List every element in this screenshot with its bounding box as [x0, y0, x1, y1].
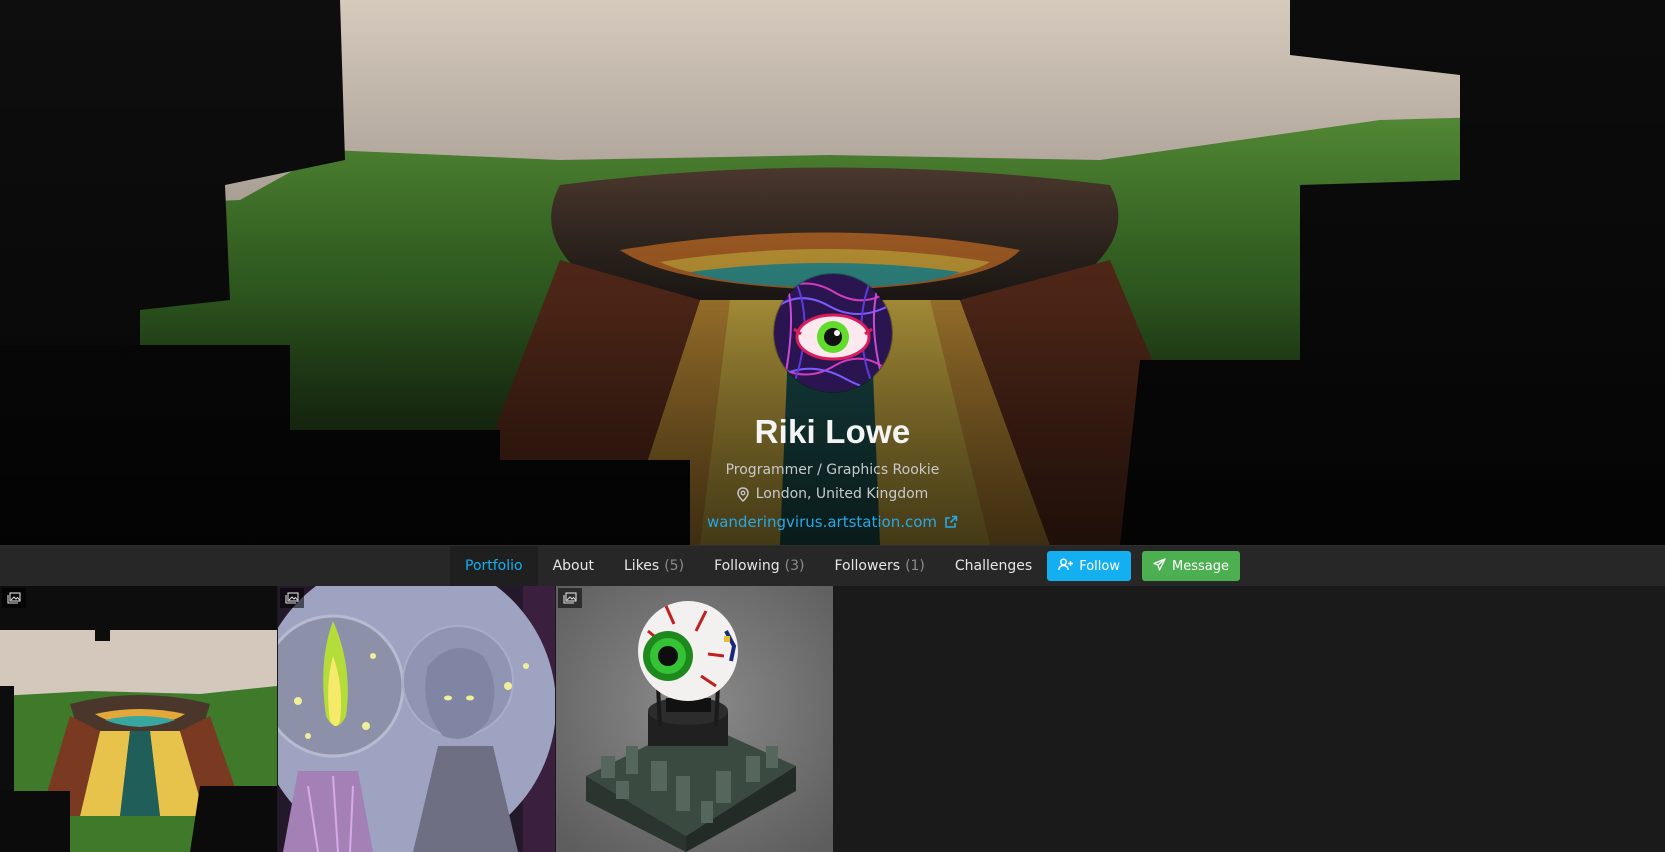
profile-name: Riki Lowe: [754, 413, 911, 450]
portfolio-tile[interactable]: [278, 586, 555, 852]
profile-nav: Portfolio About Likes (5) Following (3) …: [0, 545, 1665, 586]
tab-label: Followers: [834, 558, 901, 574]
profile-headline: Programmer / Graphics Rookie: [725, 462, 940, 478]
tab-label: Following: [714, 558, 780, 574]
images-icon: [558, 588, 582, 608]
tab-count: (1): [905, 558, 925, 574]
cover-banner: Riki Lowe Programmer / Graphics Rookie L…: [0, 0, 1665, 545]
portfolio-tile[interactable]: [556, 586, 833, 852]
portfolio-tile[interactable]: [0, 586, 277, 852]
tab-count: (3): [784, 558, 805, 574]
tab-label: Portfolio: [465, 558, 523, 574]
tab-portfolio[interactable]: Portfolio: [450, 546, 538, 586]
map-pin-icon: [736, 486, 749, 502]
tab-about[interactable]: About: [538, 546, 609, 586]
follow-button[interactable]: Follow: [1047, 551, 1131, 581]
website-link[interactable]: wanderingvirus.artstation.com: [707, 512, 958, 532]
artwork-thumbnail: [556, 586, 833, 852]
tab-likes[interactable]: Likes (5): [609, 546, 699, 586]
location-text: London, United Kingdom: [755, 486, 929, 502]
images-icon: [2, 588, 26, 608]
paper-plane-icon: [1153, 557, 1166, 575]
profile-tabs: Portfolio About Likes (5) Following (3) …: [450, 546, 1240, 586]
artwork-thumbnail: [278, 586, 555, 852]
user-plus-icon: [1058, 558, 1074, 575]
tab-followers[interactable]: Followers (1): [819, 546, 939, 586]
profile-header: Riki Lowe Programmer / Graphics Rookie L…: [0, 274, 1665, 532]
tab-following[interactable]: Following (3): [699, 546, 819, 586]
avatar[interactable]: [773, 274, 892, 392]
profile-location: London, United Kingdom: [736, 485, 929, 503]
tab-count: (5): [664, 558, 685, 574]
external-link-icon: [944, 515, 958, 529]
follow-label: Follow: [1079, 558, 1120, 574]
tab-label: Likes: [624, 558, 660, 574]
tab-label: About: [552, 558, 594, 574]
images-icon: [280, 588, 304, 608]
portfolio-grid: [0, 586, 834, 852]
message-label: Message: [1171, 558, 1229, 574]
tab-challenges[interactable]: Challenges: [940, 546, 1047, 586]
message-button[interactable]: Message: [1141, 551, 1240, 581]
tab-label: Challenges: [954, 558, 1033, 574]
website-text: wanderingvirus.artstation.com: [706, 512, 938, 531]
artwork-thumbnail: [0, 586, 277, 852]
avatar-image: [773, 274, 892, 392]
